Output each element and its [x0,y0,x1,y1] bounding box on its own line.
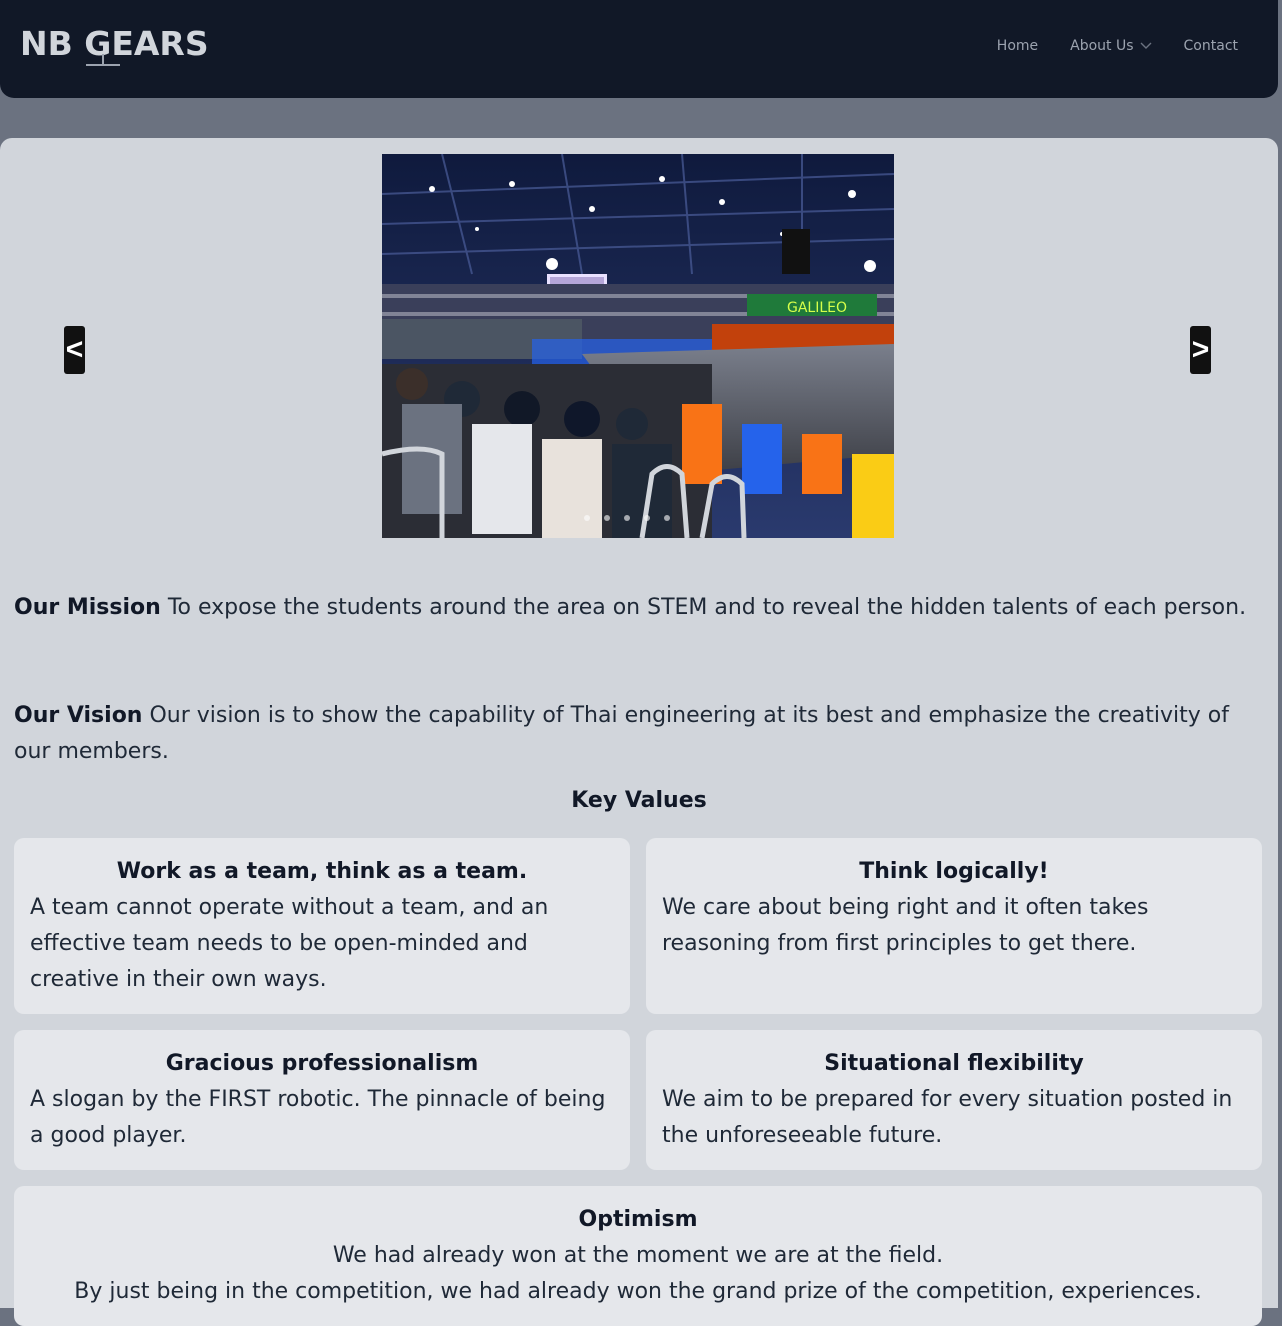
mission-label: Our Mission [14,595,161,620]
carousel-prev-button[interactable]: < [64,326,85,374]
key-value-title: Think logically! [859,859,1049,884]
carousel-next-button[interactable]: > [1190,326,1211,374]
mission-paragraph: Our Mission To expose the students aroun… [14,590,1264,626]
key-value-title: Gracious professionalism [165,1051,479,1076]
key-value-title: Situational flexibility [824,1051,1084,1076]
carousel-image-arena-photo: GALILEO [382,154,894,538]
page-scrollbar[interactable] [1278,0,1282,1291]
key-value-card: Work as a team, think as a team. A team … [14,838,630,1014]
key-value-card: Situational flexibility We aim to be pre… [646,1030,1262,1170]
key-value-text: A team cannot operate without a team, an… [30,895,549,992]
arena-banner-text: GALILEO [787,300,847,316]
vision-text: Our vision is to show the capability of … [14,703,1229,764]
key-value-text: A slogan by the FIRST robotic. The pinna… [30,1087,606,1148]
vision-label: Our Vision [14,703,143,728]
image-carousel: < GALILEO > [0,138,1278,558]
vision-paragraph: Our Vision Our vision is to show the cap… [14,698,1264,770]
key-value-text: We care about being right and it often t… [662,895,1149,956]
logo[interactable]: NB GEARS [20,24,210,72]
key-value-text: We had already won at the moment we are … [332,1243,944,1268]
key-value-title: Work as a team, think as a team. [116,859,528,884]
key-values-heading: Key Values [571,788,707,813]
mission-text: To expose the students around the area o… [160,595,1247,620]
logo-gear-underline [86,64,120,66]
nav-about-dropdown[interactable]: About Us [1070,38,1152,54]
key-value-card: Gracious professionalism A slogan by the… [14,1030,630,1170]
key-value-title: Optimism [578,1207,698,1232]
nav-home-link[interactable]: Home [997,38,1038,54]
key-value-text: We aim to be prepared for every situatio… [662,1087,1233,1148]
navbar: NB GEARS Home About Us Contact [0,0,1278,98]
chevron-down-icon [1140,42,1152,50]
nav-links: Home About Us Contact [997,38,1238,54]
key-value-card-optimism: Optimism We had already won at the momen… [14,1186,1262,1326]
nav-about-label: About Us [1070,38,1134,54]
key-value-card: Think logically! We care about being rig… [646,838,1262,1014]
key-value-text-continued: By just being in the competition, we had… [74,1279,1202,1304]
logo-text: NB GEARS [20,24,209,63]
main-content: < GALILEO > Our Mission To expose the st… [0,138,1278,1326]
nav-contact-link[interactable]: Contact [1184,38,1238,54]
